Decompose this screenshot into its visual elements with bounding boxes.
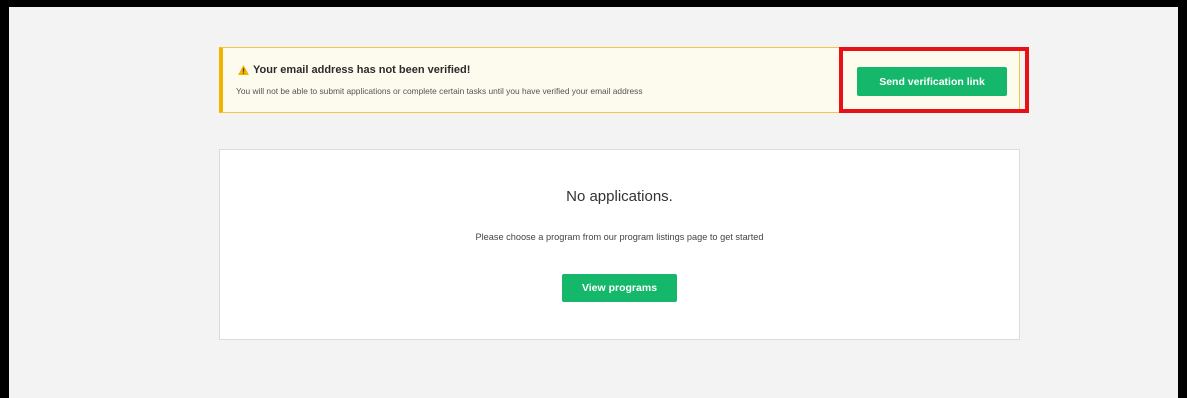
- banner-title-text: Your email address has not been verified…: [253, 64, 471, 76]
- send-verification-link-button[interactable]: Send verification link: [857, 67, 1007, 96]
- empty-state-title: No applications.: [566, 188, 673, 205]
- warning-icon: [238, 65, 249, 75]
- empty-state-message: Please choose a program from our program…: [475, 232, 764, 242]
- banner-message: You will not be able to submit applicati…: [236, 86, 643, 96]
- view-programs-button[interactable]: View programs: [562, 274, 677, 302]
- banner-title: Your email address has not been verified…: [238, 64, 470, 76]
- applications-empty-card: No applications. Please choose a program…: [219, 149, 1020, 340]
